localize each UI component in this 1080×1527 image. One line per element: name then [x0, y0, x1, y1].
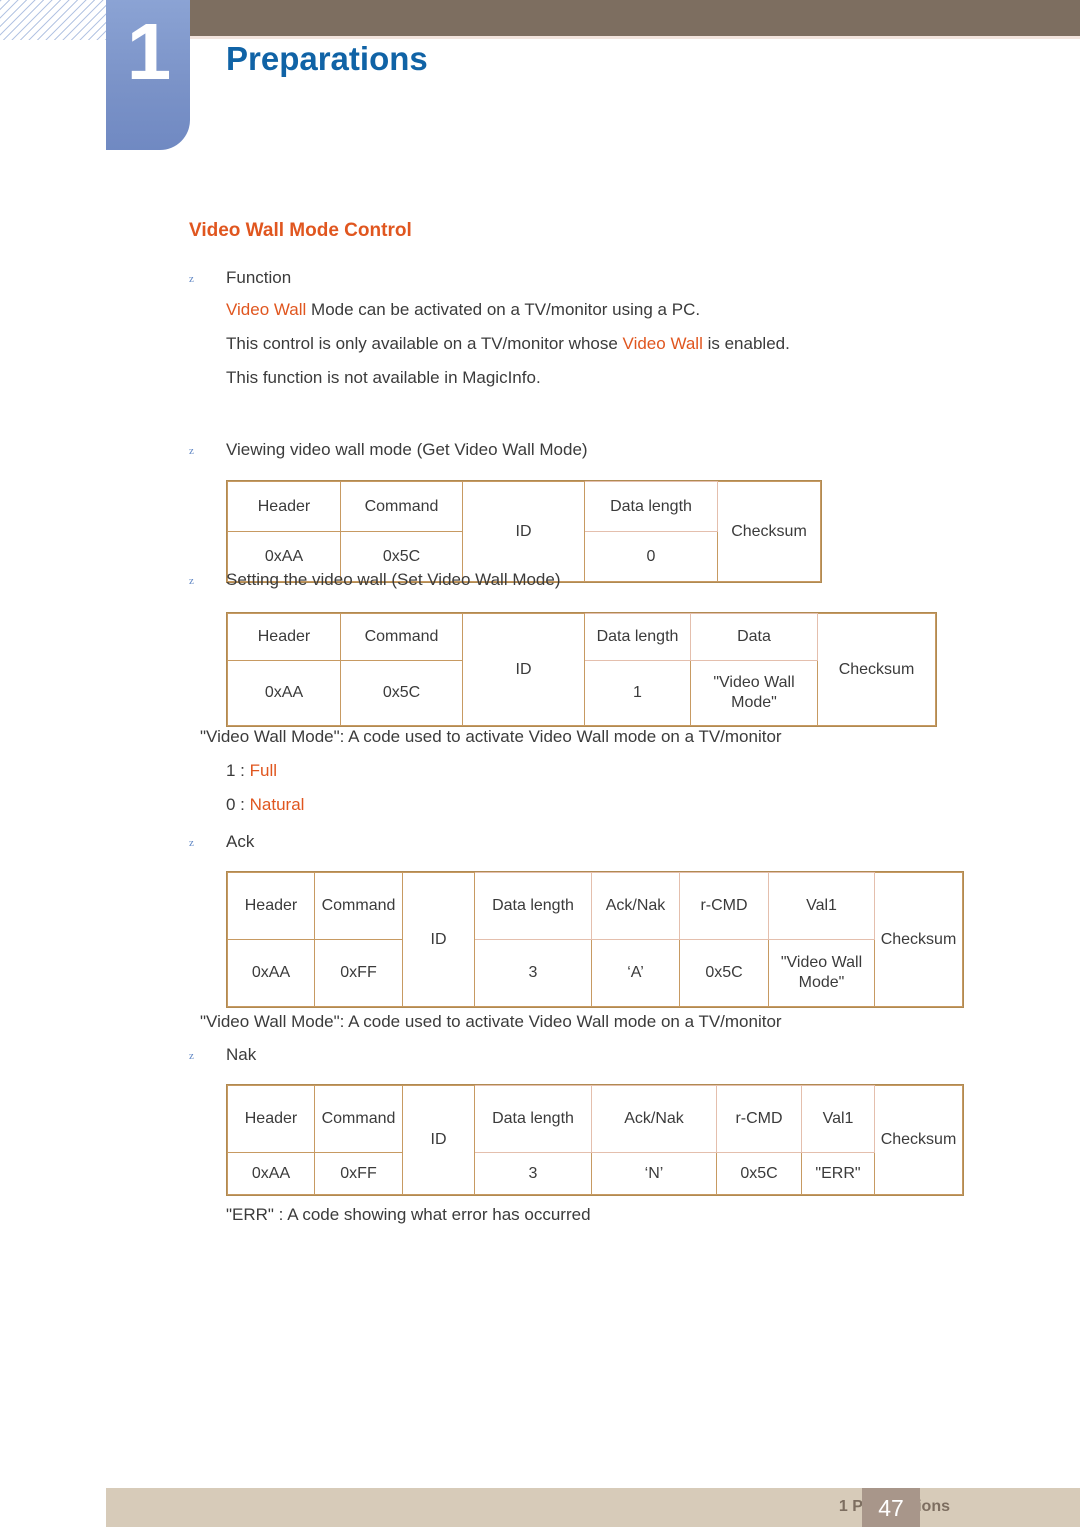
cell-header-value: 0xAA: [227, 1152, 315, 1195]
cell-command-value: 0xFF: [314, 1152, 403, 1195]
cell-data-label: Data: [690, 613, 818, 661]
table-get-video-wall-mode: Header Command ID Data length Checksum 0…: [226, 480, 822, 583]
footer-page-badge: 47: [862, 1488, 920, 1527]
cell-datalength-value: 3: [474, 939, 592, 1007]
cell-id-label: ID: [462, 613, 585, 726]
table-row: Header Command ID Data length Data Check…: [227, 613, 936, 726]
function-line-3: This function is not available in MagicI…: [226, 368, 541, 387]
cell-datalength-value: 1: [584, 660, 691, 726]
cell-datalength-value: 0: [584, 531, 718, 582]
cell-header-label: Header: [227, 872, 315, 940]
bullet-ack-label: Ack: [226, 832, 255, 851]
cell-acknak-label: Ack/Nak: [591, 872, 680, 940]
cell-rcmd-value: 0x5C: [716, 1152, 802, 1195]
cell-datalength-label: Data length: [584, 613, 691, 661]
cell-header-label: Header: [227, 613, 341, 661]
chapter-header: 1 Preparations: [0, 0, 1080, 160]
value-natural-word: Natural: [249, 795, 305, 814]
table-row: 0xAA 0xFF 3 ‘A’ 0x5C "Video Wall Mode": [227, 939, 963, 1007]
cell-acknak-value: ‘N’: [591, 1152, 717, 1195]
cell-command-label: Command: [314, 1085, 403, 1153]
function-line-2-highlight: Video Wall: [622, 334, 703, 353]
cell-val1-value: "Video Wall Mode": [768, 939, 875, 1007]
cell-command-label: Command: [340, 481, 463, 532]
header-bar-underline: [190, 36, 1080, 39]
page-number: 47: [878, 1495, 904, 1521]
cell-id-label: ID: [462, 481, 585, 582]
function-line-2: This control is only available on a TV/m…: [226, 334, 790, 354]
function-line-1-highlight: Video Wall: [226, 300, 307, 319]
table-row: 0xAA 0xFF 3 ‘N’ 0x5C "ERR": [227, 1152, 963, 1195]
function-line-2-a: This control is only available on a TV/m…: [226, 334, 623, 353]
page-title: Preparations: [226, 40, 428, 77]
bullet-marker-icon: z: [189, 1050, 194, 1062]
chapter-number-text: 1: [126, 7, 172, 96]
cell-command-value: 0x5C: [340, 660, 463, 726]
table-row: Header Command ID Data length Ack/Nak r-…: [227, 1085, 963, 1195]
cell-checksum-label: Checksum: [874, 1085, 963, 1195]
cell-command-value: 0xFF: [314, 939, 403, 1007]
cell-datalength-label: Data length: [474, 1085, 592, 1153]
cell-acknak-value: ‘A’: [591, 939, 680, 1007]
video-wall-mode-note-1: "Video Wall Mode": A code used to activa…: [200, 727, 782, 746]
value-full-line: 1 : Full: [226, 761, 277, 781]
bullet-nak-label: Nak: [226, 1045, 257, 1064]
cell-datalength-label: Data length: [474, 872, 592, 940]
function-line-2-c: is enabled.: [702, 334, 790, 353]
cell-header-value: 0xAA: [227, 660, 341, 726]
hatch-decoration-icon: [0, 0, 106, 40]
function-line-1: Video Wall Mode can be activated on a TV…: [226, 300, 700, 320]
table-row: Header Command ID Data length Checksum: [227, 481, 821, 582]
cell-checksum-label: Checksum: [817, 613, 936, 726]
table-row: Header Command ID Data length Ack/Nak r-…: [227, 872, 963, 1007]
table-ack: Header Command ID Data length Ack/Nak r-…: [226, 871, 964, 1008]
bullet-marker-icon: z: [189, 837, 194, 849]
bullet-get-mode-label: Viewing video wall mode (Get Video Wall …: [226, 440, 588, 459]
cell-checksum-label: Checksum: [717, 481, 821, 582]
cell-id-label: ID: [402, 1085, 475, 1195]
cell-command-label: Command: [314, 872, 403, 940]
value-natural-number: 0 :: [226, 795, 250, 814]
cell-rcmd-label: r-CMD: [716, 1085, 802, 1153]
cell-id-label: ID: [402, 872, 475, 1007]
bullet-marker-icon: z: [189, 273, 194, 285]
value-full-number: 1 :: [226, 761, 250, 780]
cell-datalength-value: 3: [474, 1152, 592, 1195]
bullet-marker-icon: z: [189, 575, 194, 587]
page-footer: 1 Preparations: [106, 1488, 1080, 1527]
table-nak: Header Command ID Data length Ack/Nak r-…: [226, 1084, 964, 1196]
value-natural-line: 0 : Natural: [226, 795, 304, 815]
function-line-1-rest: Mode can be activated on a TV/monitor us…: [306, 300, 701, 319]
bullet-set-mode-label: Setting the video wall (Set Video Wall M…: [226, 570, 561, 589]
err-note: "ERR" : A code showing what error has oc…: [226, 1205, 591, 1224]
video-wall-mode-note-2: "Video Wall Mode": A code used to activa…: [200, 1012, 782, 1031]
section-heading: Video Wall Mode Control: [189, 220, 412, 241]
header-brown-bar: [190, 0, 1080, 36]
chapter-number-badge: 1: [106, 0, 190, 150]
cell-header-value: 0xAA: [227, 939, 315, 1007]
bullet-marker-icon: z: [189, 445, 194, 457]
cell-header-label: Header: [227, 481, 341, 532]
cell-header-label: Header: [227, 1085, 315, 1153]
cell-val1-label: Val1: [801, 1085, 875, 1153]
cell-rcmd-value: 0x5C: [679, 939, 769, 1007]
table-set-video-wall-mode: Header Command ID Data length Data Check…: [226, 612, 937, 727]
cell-rcmd-label: r-CMD: [679, 872, 769, 940]
cell-data-value: "Video Wall Mode": [690, 660, 818, 726]
cell-datalength-label: Data length: [584, 481, 718, 532]
value-full-word: Full: [249, 761, 278, 780]
cell-val1-label: Val1: [768, 872, 875, 940]
cell-val1-value: "ERR": [801, 1152, 875, 1195]
bullet-function-label: Function: [226, 268, 292, 287]
cell-acknak-label: Ack/Nak: [591, 1085, 717, 1153]
cell-checksum-label: Checksum: [874, 872, 963, 1007]
cell-command-label: Command: [340, 613, 463, 661]
